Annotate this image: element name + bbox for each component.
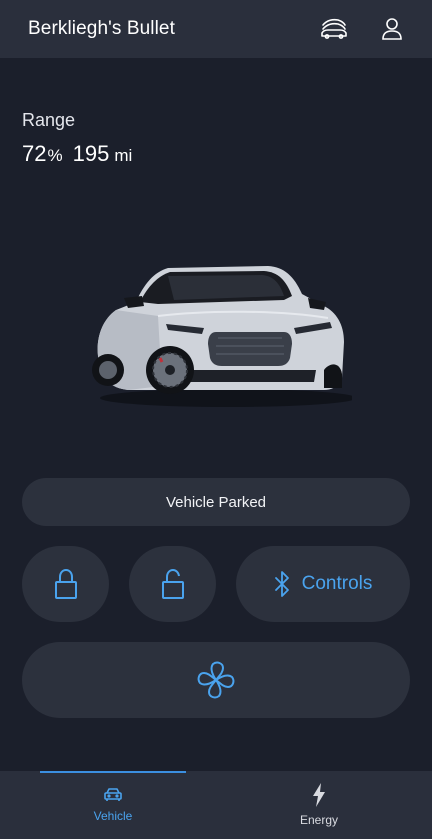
percent-sign: % (47, 146, 63, 165)
lock-icon (54, 568, 77, 599)
range-label: Range (22, 110, 76, 130)
bluetooth-icon (274, 571, 289, 597)
car-image (92, 266, 352, 407)
range-values: 72% 195 mi (22, 141, 132, 167)
unlock-button[interactable] (129, 546, 216, 622)
nav-label-vehicle: Vehicle (93, 809, 133, 823)
vehicle-name: Berkliegh's Bullet (28, 18, 175, 39)
controls-label: Controls (301, 573, 373, 594)
controls-button[interactable]: Controls (236, 546, 410, 622)
car-icon (104, 788, 122, 801)
app-header: Berkliegh's Bullet (0, 0, 432, 58)
range-section: Range 72% 195 mi (22, 110, 132, 167)
lightning-icon (313, 783, 325, 807)
nav-item-energy[interactable]: Energy (211, 771, 427, 839)
unlock-icon (161, 568, 184, 599)
car-wash-icon[interactable] (320, 15, 348, 43)
nav-label-energy: Energy (299, 813, 339, 827)
fan-icon (197, 661, 235, 699)
battery-percent: 72 (22, 141, 47, 166)
lock-button[interactable] (22, 546, 109, 622)
vehicle-status: Vehicle Parked (22, 478, 410, 526)
climate-button[interactable] (22, 642, 410, 718)
range-miles: 195 (72, 141, 110, 166)
bottom-nav: Vehicle Energy (0, 771, 432, 839)
profile-icon[interactable] (378, 15, 406, 43)
range-unit: mi (114, 146, 133, 165)
nav-item-vehicle[interactable]: Vehicle (5, 771, 221, 839)
